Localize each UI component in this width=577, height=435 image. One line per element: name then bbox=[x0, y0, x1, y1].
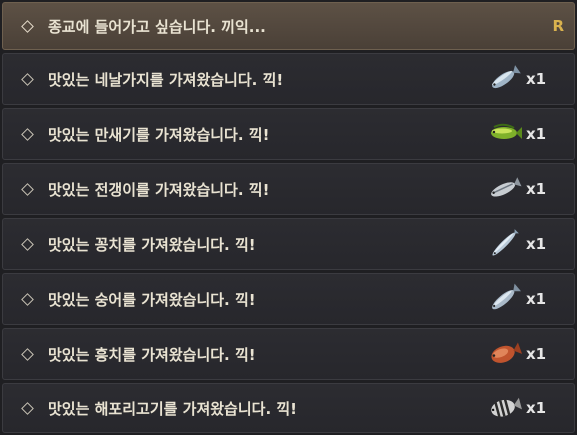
diamond-bullet-icon bbox=[21, 182, 34, 196]
diamond-bullet-icon bbox=[21, 19, 34, 33]
diamond-bullet-icon bbox=[21, 237, 34, 251]
diamond-bullet-icon bbox=[21, 127, 34, 141]
diamond-bullet-icon bbox=[21, 292, 34, 306]
quantity: x1 bbox=[526, 345, 547, 363]
quantity: x1 bbox=[526, 180, 547, 198]
rank-badge: R bbox=[552, 17, 564, 35]
quantity: x1 bbox=[526, 235, 547, 253]
quest-item-label: 맛있는 숭어를 가져왔습니다. 끽! bbox=[48, 290, 256, 309]
striped-fish-icon bbox=[486, 390, 522, 426]
quest-item-label: 맛있는 전갱이를 가져왔습니다. 끽! bbox=[48, 180, 270, 199]
mullet-icon bbox=[486, 281, 522, 317]
red-fish-icon bbox=[486, 336, 522, 372]
quest-item-label: 맛있는 만새기를 가져왔습니다. 끽! bbox=[48, 125, 270, 144]
quest-item[interactable]: 맛있는 흥치를 가져왔습니다. 끽! x1 bbox=[2, 328, 575, 380]
diamond-bullet-icon bbox=[21, 72, 34, 86]
quest-item[interactable]: 맛있는 전갱이를 가져왔습니다. 끽! x1 bbox=[2, 163, 575, 215]
quest-item[interactable]: 맛있는 꽁치를 가져왔습니다. 끽! x1 bbox=[2, 218, 575, 270]
quantity: x1 bbox=[526, 290, 547, 308]
quantity: x1 bbox=[526, 399, 547, 417]
quest-item-label: 맛있는 꽁치를 가져왔습니다. 끽! bbox=[48, 235, 256, 254]
quest-item[interactable]: 맛있는 만새기를 가져왔습니다. 끽! x1 bbox=[2, 108, 575, 160]
quest-item[interactable]: 맛있는 해포리고기를 가져왔습니다. 끽! x1 bbox=[2, 383, 575, 433]
mahi-mahi-icon bbox=[486, 116, 522, 152]
horse-mackerel-icon bbox=[486, 171, 522, 207]
quest-header[interactable]: 종교에 들어가고 싶습니다. 끼익... R bbox=[2, 2, 575, 50]
quest-item[interactable]: 맛있는 숭어를 가져왔습니다. 끽! x1 bbox=[2, 273, 575, 325]
quest-list: 종교에 들어가고 싶습니다. 끼익... R 맛있는 네날가지를 가져왔습니다.… bbox=[0, 0, 577, 435]
saury-icon bbox=[486, 226, 522, 262]
blue-fish-icon bbox=[486, 61, 522, 97]
diamond-bullet-icon bbox=[21, 401, 34, 415]
diamond-bullet-icon bbox=[21, 347, 34, 361]
quest-item-label: 맛있는 흥치를 가져왔습니다. 끽! bbox=[48, 345, 256, 364]
quest-header-title: 종교에 들어가고 싶습니다. 끼익... bbox=[48, 17, 266, 36]
quantity: x1 bbox=[526, 70, 547, 88]
quest-item-label: 맛있는 네날가지를 가져왔습니다. 끽! bbox=[48, 70, 284, 89]
quest-item-label: 맛있는 해포리고기를 가져왔습니다. 끽! bbox=[48, 399, 298, 418]
quest-item[interactable]: 맛있는 네날가지를 가져왔습니다. 끽! x1 bbox=[2, 53, 575, 105]
quantity: x1 bbox=[526, 125, 547, 143]
